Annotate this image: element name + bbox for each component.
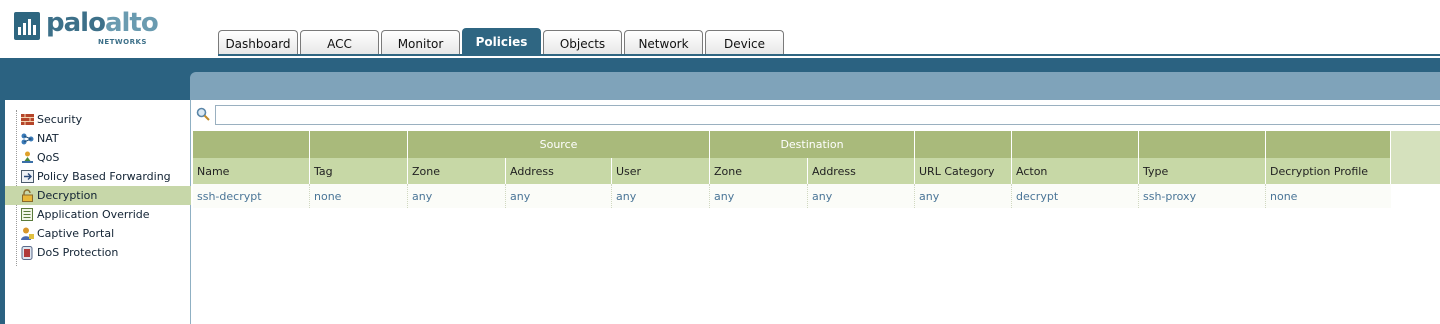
group-header-source: Source [408, 131, 710, 158]
group-header-blank [1266, 131, 1391, 158]
tab-baseline [218, 54, 1440, 56]
sidebar-item-application-override[interactable]: Application Override [5, 205, 191, 224]
sidebar-item-qos[interactable]: QoS [5, 148, 191, 167]
tab-monitor[interactable]: Monitor [381, 30, 460, 55]
content-title-band [190, 72, 1440, 100]
sidebar-item-label: Application Override [37, 208, 150, 221]
main-tabs: Dashboard ACC Monitor Policies Objects N… [218, 28, 786, 55]
column-header-source-address[interactable]: Address [506, 158, 612, 184]
column-header-source-zone[interactable]: Zone [408, 158, 506, 184]
cell-destination-address: any [808, 184, 915, 208]
qos-icon [20, 151, 34, 165]
column-header-action[interactable]: Acton [1012, 158, 1139, 184]
sidebar-item-captive-portal[interactable]: Captive Portal [5, 224, 191, 243]
column-header-tail [1391, 158, 1440, 184]
cell-url-category: any [915, 184, 1012, 208]
tab-acc[interactable]: ACC [300, 30, 379, 55]
cell-decryption-profile: none [1266, 184, 1391, 208]
cell-action: decrypt [1012, 184, 1139, 208]
sidebar-item-security[interactable]: Security [5, 110, 191, 129]
cell-source-user: any [612, 184, 710, 208]
group-header-blank [1012, 131, 1139, 158]
logo-mark-icon [14, 12, 40, 40]
sidebar-item-dos-protection[interactable]: DoS Protection [5, 243, 191, 262]
dos-protection-icon [20, 245, 34, 260]
sidebar-item-label: QoS [37, 151, 60, 164]
column-header-type[interactable]: Type [1139, 158, 1266, 184]
group-header-destination: Destination [710, 131, 915, 158]
column-header-source-user[interactable]: User [612, 158, 710, 184]
search-icon[interactable] [196, 107, 210, 121]
security-icon [20, 113, 34, 127]
tab-policies[interactable]: Policies [462, 28, 541, 55]
group-header-blank [193, 131, 310, 158]
sidebar-item-pbf[interactable]: Policy Based Forwarding [5, 167, 191, 186]
tab-network[interactable]: Network [624, 30, 703, 55]
cell-type: ssh-proxy [1139, 184, 1266, 208]
column-header-tag[interactable]: Tag [310, 158, 408, 184]
sidebar-item-label: NAT [37, 132, 59, 145]
sidebar-item-nat[interactable]: NAT [5, 129, 191, 148]
table-group-header: Source Destination [193, 131, 1440, 158]
sidebar-item-label: Policy Based Forwarding [37, 170, 171, 183]
sidebar-item-label: Decryption [37, 189, 98, 202]
cell-source-zone: any [408, 184, 506, 208]
column-header-destination-address[interactable]: Address [808, 158, 915, 184]
table-column-header: Name Tag Zone Address User Zone Address … [193, 158, 1440, 184]
cell-tag: none [310, 184, 408, 208]
logo-subtitle: NETWORKS [98, 38, 147, 46]
pbf-icon [20, 170, 34, 184]
top-header: paloalto NETWORKS Dashboard ACC Monitor … [0, 0, 1440, 58]
group-header-blank [1139, 131, 1266, 158]
filter-bar [191, 103, 1440, 125]
sidebar-item-label: Captive Portal [37, 227, 115, 240]
sidebar-item-label: Security [37, 113, 83, 126]
cell-destination-zone: any [710, 184, 808, 208]
logo-wordmark: paloalto [46, 8, 159, 38]
filter-input[interactable] [215, 105, 1440, 125]
paloalto-logo: paloalto NETWORKS [14, 8, 164, 46]
captive-portal-icon [20, 227, 34, 241]
column-header-url-category[interactable]: URL Category [915, 158, 1012, 184]
policy-main-panel: Source Destination Name Tag Zone Address… [191, 100, 1440, 324]
tab-objects[interactable]: Objects [543, 30, 622, 55]
cell-name[interactable]: ssh-decrypt [193, 184, 310, 208]
sidebar-item-label: DoS Protection [37, 246, 119, 259]
column-header-decryption-profile[interactable]: Decryption Profile [1266, 158, 1391, 184]
decryption-lock-icon [20, 189, 34, 203]
cell-source-address: any [506, 184, 612, 208]
tab-device[interactable]: Device [705, 30, 784, 55]
nat-icon [20, 132, 34, 146]
group-header-blank [310, 131, 408, 158]
tab-dashboard[interactable]: Dashboard [218, 30, 298, 55]
column-header-name[interactable]: Name [193, 158, 310, 184]
policy-sidebar: Security NAT QoS Policy Based Forwarding… [5, 100, 191, 324]
sidebar-item-decryption[interactable]: Decryption [5, 186, 191, 205]
table-row[interactable]: ssh-decrypt none any any any any any any… [193, 184, 1391, 208]
column-header-destination-zone[interactable]: Zone [710, 158, 808, 184]
group-header-tail [1391, 131, 1440, 158]
group-header-blank [915, 131, 1012, 158]
application-override-icon [20, 208, 34, 222]
